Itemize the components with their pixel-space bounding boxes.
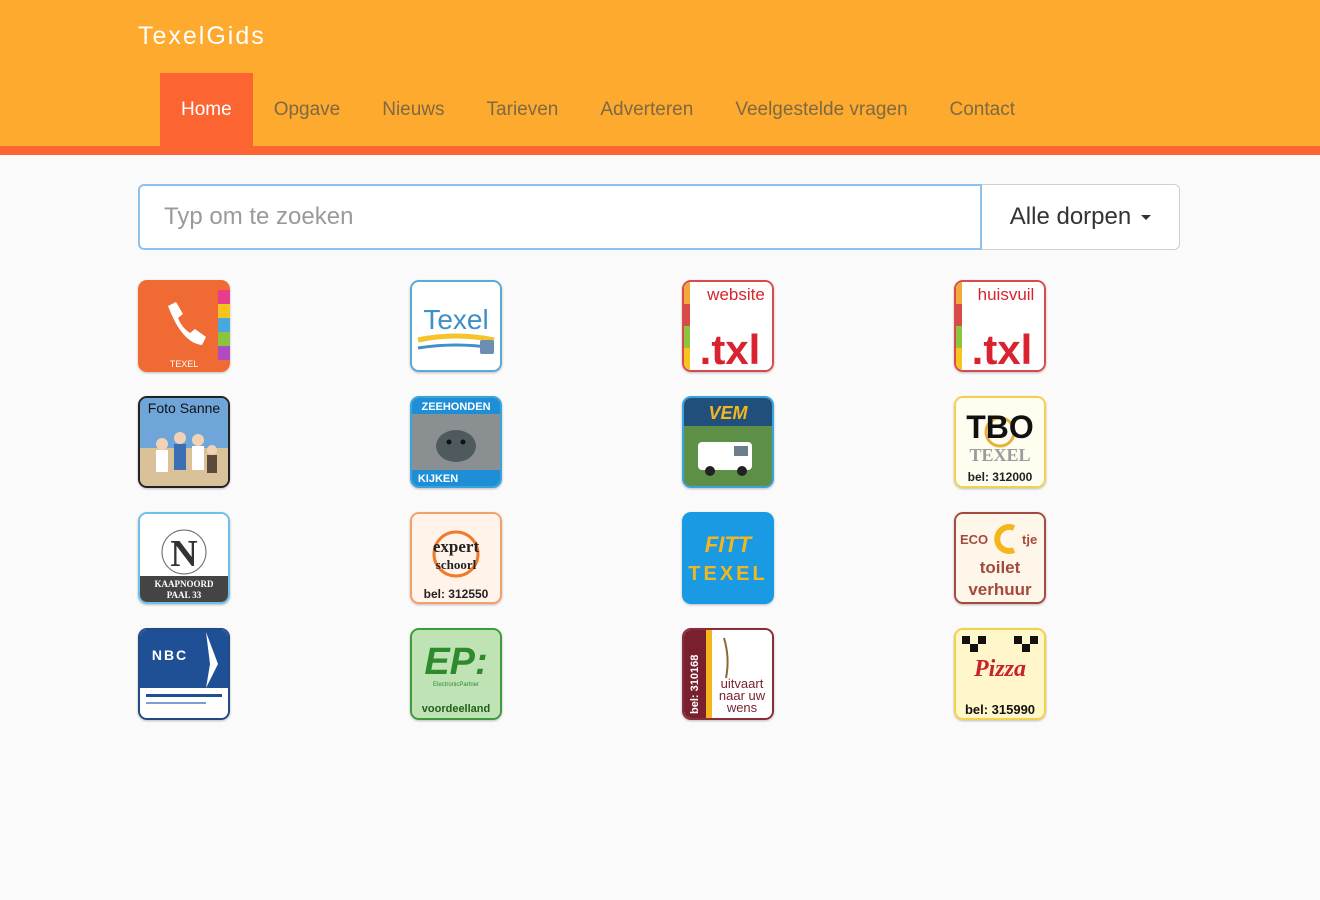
nav-adverteren[interactable]: Adverteren [579, 73, 714, 146]
nav-tarieven[interactable]: Tarieven [466, 73, 580, 146]
tile-label: VEM [708, 403, 748, 423]
tile-phone: bel: 312000 [968, 470, 1033, 484]
caret-down-icon [1141, 214, 1152, 220]
search-input[interactable] [138, 184, 982, 250]
tile-top-text: huisvuil [978, 285, 1035, 304]
tile-bottom-text: KIJKEN [418, 473, 458, 485]
tile-top-text: ZEEHONDEN [421, 401, 490, 413]
expert-logo-icon: expert schoorl bel: 312550 [412, 514, 500, 602]
tile-main-text: ECO [960, 532, 988, 547]
nav-contact[interactable]: Contact [929, 73, 1036, 146]
tile-small-text: ElectronicPartner [433, 682, 479, 688]
tile-eco-tje[interactable]: ECO tje toilet verhuur [954, 512, 1046, 604]
tile-website-txl[interactable]: website .txl [682, 280, 774, 372]
tile-main-text: Pizza [973, 656, 1026, 682]
tile-main-text: .txl [700, 326, 761, 370]
nav-faq[interactable]: Veelgestelde vragen [714, 73, 928, 146]
texel-logo-icon: Texel [412, 282, 500, 370]
tile-line2: verhuur [968, 580, 1032, 599]
main-nav: Home Opgave Nieuws Tarieven Adverteren V… [160, 73, 1036, 146]
tile-foto-sanne[interactable]: Foto Sanne [138, 396, 230, 488]
website-txl-icon: website .txl [684, 282, 772, 370]
tile-sub-text: TEXEL [969, 445, 1030, 465]
tile-fitt-texel[interactable]: FITT TEXEL [682, 512, 774, 604]
runner-icon: FITT TEXEL [682, 512, 774, 604]
search-bar: Alle dorpen [138, 184, 1180, 250]
tile-label: TEXEL [170, 359, 199, 369]
village-dropdown-label: Alle dorpen [1009, 203, 1132, 230]
tile-main-text: EP: [424, 641, 487, 683]
tile-nbc[interactable]: NBC [138, 628, 230, 720]
eco-toilet-icon: ECO tje toilet verhuur [956, 514, 1044, 602]
nav-opgave[interactable]: Opgave [253, 73, 362, 146]
tile-main-text: .txl [972, 326, 1033, 370]
tile-texel-info[interactable]: Texel [410, 280, 502, 372]
tile-sub-text: TEXEL [688, 563, 767, 585]
tbo-logo-icon: TBO TEXEL bel: 312000 [956, 398, 1044, 486]
tile-label: NBC [152, 647, 188, 663]
phone-icon: TEXEL [138, 280, 230, 372]
seal-icon: ZEEHONDEN KIJKEN [412, 398, 500, 486]
tile-uitvaart[interactable]: bel: 310168 uitvaart naar uw wens [682, 628, 774, 720]
tile-line1: expert [433, 537, 480, 556]
family-photo-icon: Foto Sanne [140, 398, 228, 486]
tile-letter: N [170, 533, 197, 575]
tile-label: Texel [423, 304, 488, 335]
tile-line3: wens [726, 700, 758, 715]
tile-kaapnoord[interactable]: N KAAPNOORD PAAL 33 [138, 512, 230, 604]
tile-line1: KAAPNOORD [155, 579, 214, 589]
tile-huisvuil-txl[interactable]: huisvuil .txl [954, 280, 1046, 372]
tile-ep-voordeelland[interactable]: EP: ElectronicPartner voordeelland [410, 628, 502, 720]
village-dropdown[interactable]: Alle dorpen [982, 184, 1180, 250]
nbc-logo-icon: NBC [140, 630, 228, 718]
tile-phone: bel: 310168 [689, 655, 701, 714]
tile-phone: bel: 312550 [424, 587, 489, 601]
tile-bottom-text: voordeelland [422, 703, 490, 715]
van-icon: VEM [684, 398, 772, 486]
tile-zeehonden[interactable]: ZEEHONDEN KIJKEN [410, 396, 502, 488]
huisvuil-txl-icon: huisvuil .txl [956, 282, 1044, 370]
tile-tbo-texel[interactable]: TBO TEXEL bel: 312000 [954, 396, 1046, 488]
tile-phone: bel: 315990 [965, 702, 1035, 717]
brand-logo[interactable]: TexelGids [138, 22, 266, 51]
tile-pizza[interactable]: Pizza bel: 315990 [954, 628, 1046, 720]
ep-logo-icon: EP: ElectronicPartner voordeelland [412, 630, 500, 718]
tile-line2: schoorl [436, 557, 477, 572]
uitvaart-icon: bel: 310168 uitvaart naar uw wens [684, 630, 772, 718]
tile-main-text: FITT [705, 532, 753, 557]
tile-line2: PAAL 33 [167, 590, 202, 600]
tile-top-text: website [706, 285, 765, 304]
nav-home[interactable]: Home [160, 73, 253, 146]
tile-expert-schoorl[interactable]: expert schoorl bel: 312550 [410, 512, 502, 604]
nav-nieuws[interactable]: Nieuws [361, 73, 465, 146]
tile-suffix: tje [1022, 532, 1037, 547]
tile-line1: toilet [980, 558, 1021, 577]
lighthouse-n-icon: N KAAPNOORD PAAL 33 [140, 514, 228, 602]
top-header: TexelGids Home Opgave Nieuws Tarieven Ad… [0, 0, 1320, 155]
tile-label: Foto Sanne [148, 400, 221, 416]
tile-main-text: TBO [966, 409, 1034, 445]
checkered-flag-icon: Pizza bel: 315990 [956, 630, 1044, 718]
tile-phone-texel[interactable]: TEXEL [138, 280, 230, 372]
tile-vem[interactable]: VEM [682, 396, 774, 488]
